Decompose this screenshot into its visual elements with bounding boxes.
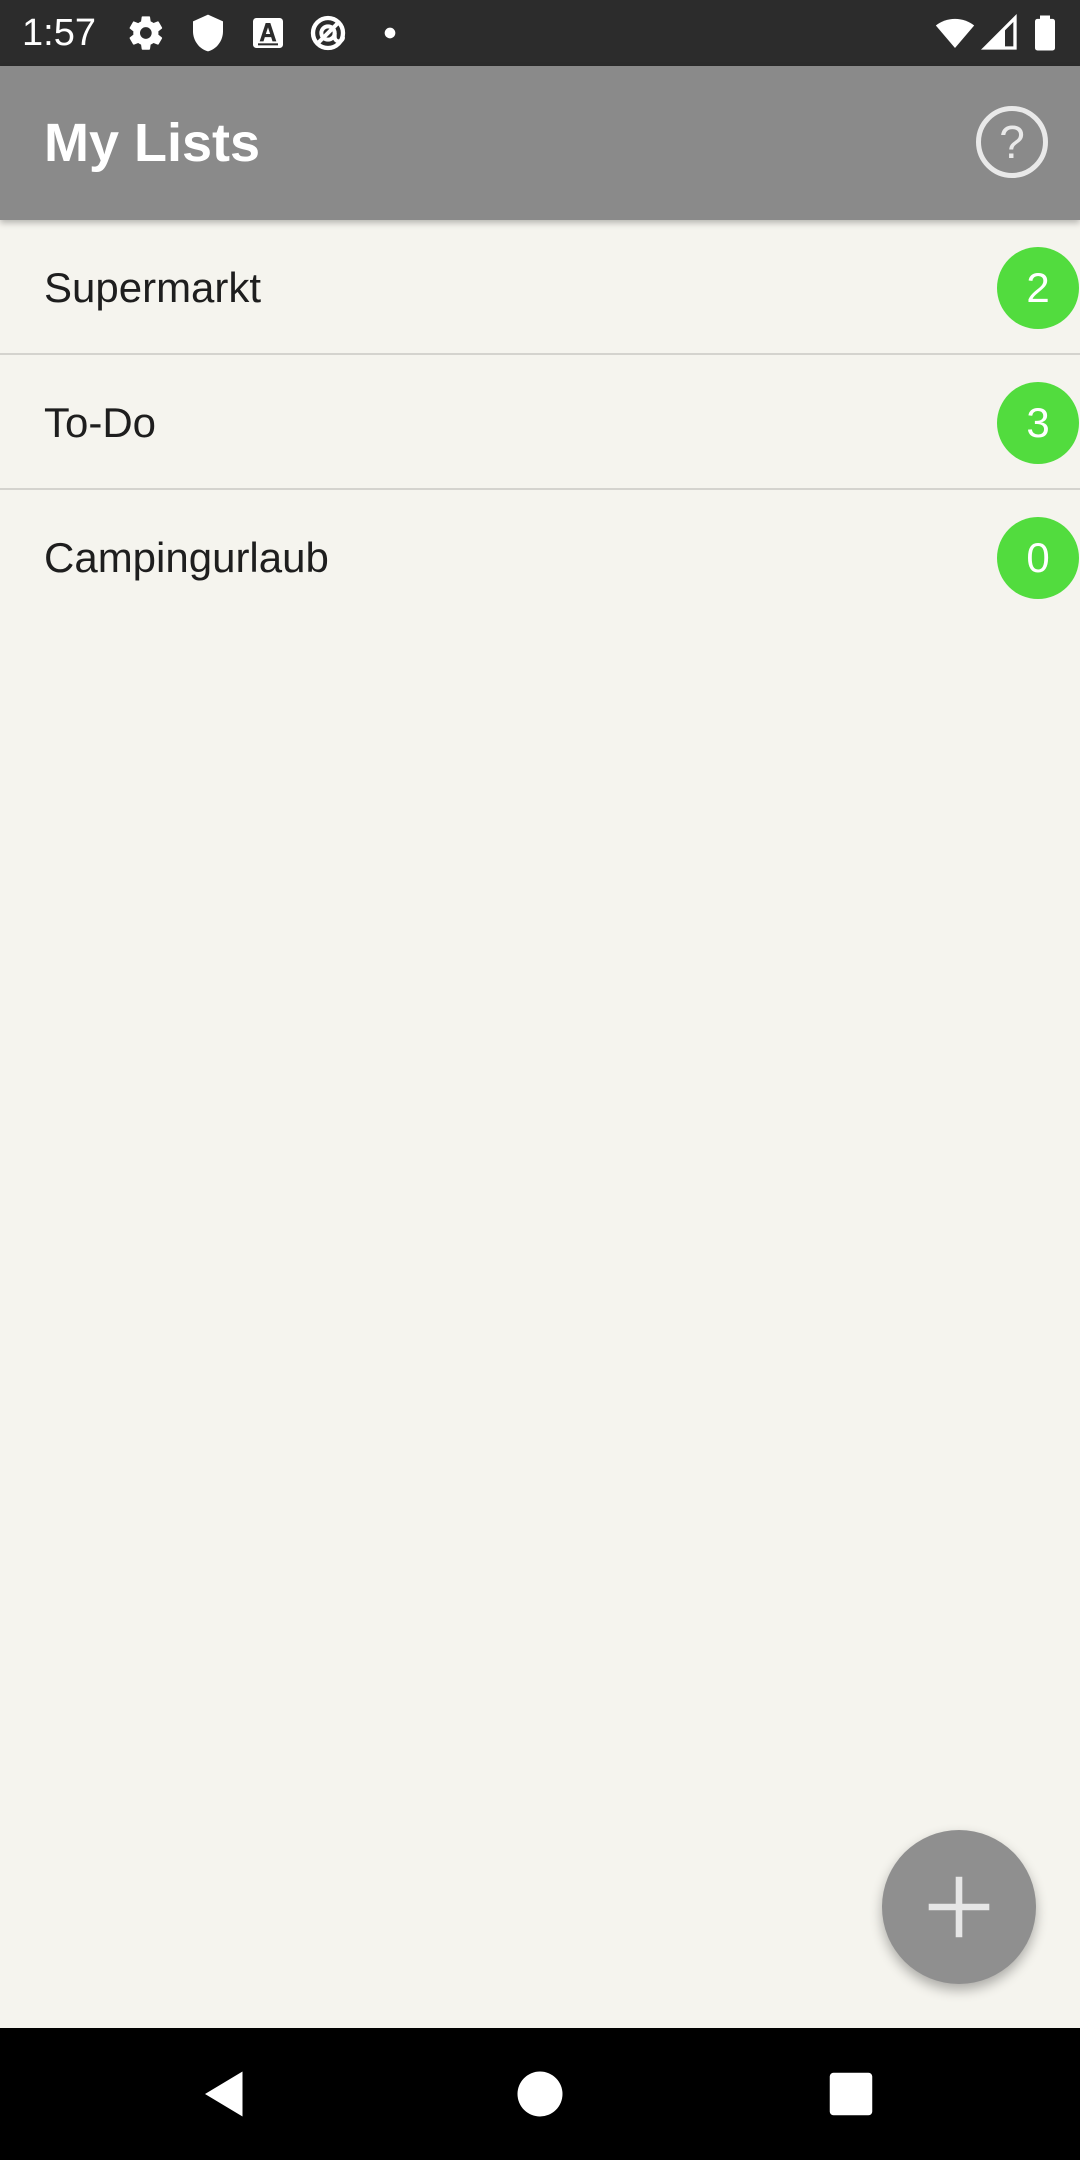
- at-icon: [308, 13, 348, 53]
- list-item-campingurlaub[interactable]: Campingurlaub 0: [0, 490, 1080, 625]
- back-button[interactable]: [195, 2064, 255, 2124]
- home-button[interactable]: [510, 2064, 570, 2124]
- list-item-name: Supermarkt: [44, 264, 262, 311]
- list-item-name: Campingurlaub: [44, 534, 329, 581]
- lists-list: Supermarkt 2 To-Do 3 Campingurlaub 0: [0, 220, 1080, 625]
- back-icon: [205, 2071, 243, 2117]
- page-title: My Lists: [44, 113, 261, 173]
- status-time: 1:57: [22, 12, 96, 54]
- plus-icon: [928, 1876, 990, 1938]
- status-bar: 1:57: [0, 0, 1080, 66]
- count-badge: 2: [997, 247, 1079, 329]
- list-item-to-do[interactable]: To-Do 3: [0, 355, 1080, 490]
- recents-button[interactable]: [821, 2064, 881, 2124]
- app-bar: My Lists ?: [0, 66, 1080, 220]
- help-button[interactable]: ?: [976, 106, 1048, 178]
- navigation-bar: [0, 2028, 1080, 2160]
- font-a-icon: [248, 13, 288, 53]
- list-item-name: To-Do: [44, 399, 157, 446]
- gear-icon: [126, 13, 166, 53]
- dot-icon: [370, 13, 410, 53]
- screen: 1:57 My Lists ? Supermarkt 2 To-Do 3 Cam…: [0, 0, 1080, 2160]
- signal-icon: [980, 13, 1020, 53]
- count-badge: 3: [997, 382, 1079, 464]
- count-badge: 0: [997, 517, 1079, 599]
- wifi-icon: [935, 13, 975, 53]
- recents-icon: [829, 2072, 873, 2116]
- battery-icon: [1025, 13, 1065, 53]
- list-item-supermarkt[interactable]: Supermarkt 2: [0, 220, 1080, 355]
- add-list-button[interactable]: [882, 1830, 1036, 1984]
- shield-icon: [188, 13, 228, 53]
- home-icon: [517, 2071, 563, 2117]
